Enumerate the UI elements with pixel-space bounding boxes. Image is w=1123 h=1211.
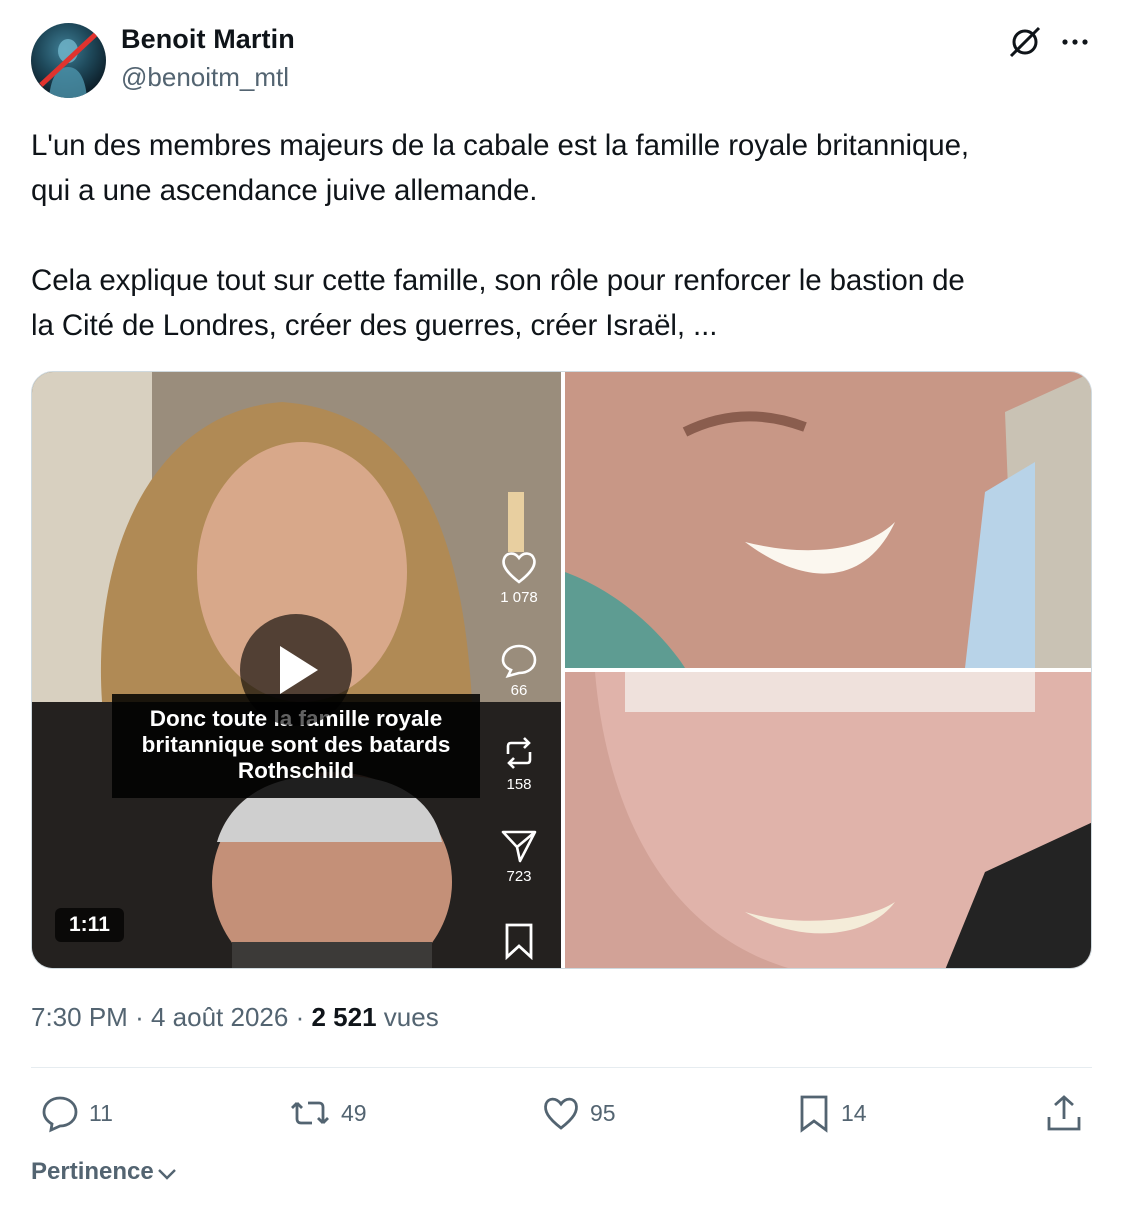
share-icon <box>501 830 537 863</box>
views-count: 2 521 <box>311 1002 377 1032</box>
reply-button[interactable]: 11 <box>40 1093 113 1133</box>
bookmark-count: 14 <box>841 1099 867 1126</box>
bookmark-icon <box>800 1095 828 1133</box>
meta-separator: · <box>135 1002 144 1032</box>
sort-label: Pertinence <box>31 1158 154 1185</box>
divider <box>31 1067 1092 1068</box>
video-duration: 1:11 <box>55 908 124 942</box>
comment-icon <box>501 644 537 678</box>
photo-top[interactable] <box>565 372 1091 668</box>
bookmark-icon <box>505 923 533 960</box>
overlay-shares: 723 <box>494 828 544 885</box>
reply-count: 11 <box>89 1099 113 1126</box>
repost-icon <box>506 737 532 769</box>
chevron-down-icon <box>157 1169 176 1180</box>
photo-bottom-image <box>565 672 1091 968</box>
repost-button[interactable]: 49 <box>288 1093 367 1133</box>
avatar[interactable] <box>31 23 106 98</box>
photo-top-image <box>565 372 1091 668</box>
overlay-bookmark <box>494 922 544 964</box>
repost-count: 49 <box>341 1099 367 1126</box>
overlay-comments-count: 66 <box>510 682 528 699</box>
bookmark-button[interactable]: 14 <box>796 1093 867 1133</box>
meta-separator: · <box>295 1002 305 1032</box>
like-icon <box>544 1097 578 1130</box>
tweet-time[interactable]: 7:30 PM <box>31 1002 128 1032</box>
photo-bottom[interactable] <box>565 672 1091 968</box>
tweet-text: L'un des membres majeurs de la cabale es… <box>31 129 970 342</box>
author-handle[interactable]: @benoitm_mtl <box>121 62 289 93</box>
views-label: vues <box>383 1002 439 1032</box>
overlay-reposts-count: 158 <box>506 776 532 793</box>
like-count: 95 <box>590 1099 616 1126</box>
repost-icon <box>291 1101 329 1125</box>
overlay-shares-count: 723 <box>506 868 532 885</box>
reply-icon <box>42 1096 78 1133</box>
more-icon[interactable] <box>1057 25 1093 59</box>
share-button[interactable] <box>1045 1093 1092 1133</box>
heart-icon <box>502 552 536 584</box>
like-button[interactable]: 95 <box>541 1093 616 1133</box>
overlay-comments: 66 <box>494 642 544 699</box>
upload-icon <box>1047 1095 1081 1131</box>
play-button[interactable] <box>240 614 352 726</box>
tweet-meta: 7:30 PM · 4 août 2026 · 2 521 vues <box>31 1002 439 1033</box>
overlay-reposts: 158 <box>494 734 544 793</box>
tweet-date[interactable]: 4 août 2026 <box>151 1002 288 1032</box>
reply-sort-selector[interactable]: Pertinence <box>31 1158 178 1186</box>
play-icon <box>280 646 318 694</box>
grok-icon[interactable] <box>1006 23 1044 61</box>
media-grid[interactable]: Donc toute la famille royale britannique… <box>31 371 1092 969</box>
author-display-name[interactable]: Benoit Martin <box>121 24 295 55</box>
overlay-likes-count: 1 078 <box>500 589 538 606</box>
video-player[interactable]: Donc toute la famille royale britannique… <box>32 372 561 968</box>
overlay-likes: 1 078 <box>494 549 544 606</box>
